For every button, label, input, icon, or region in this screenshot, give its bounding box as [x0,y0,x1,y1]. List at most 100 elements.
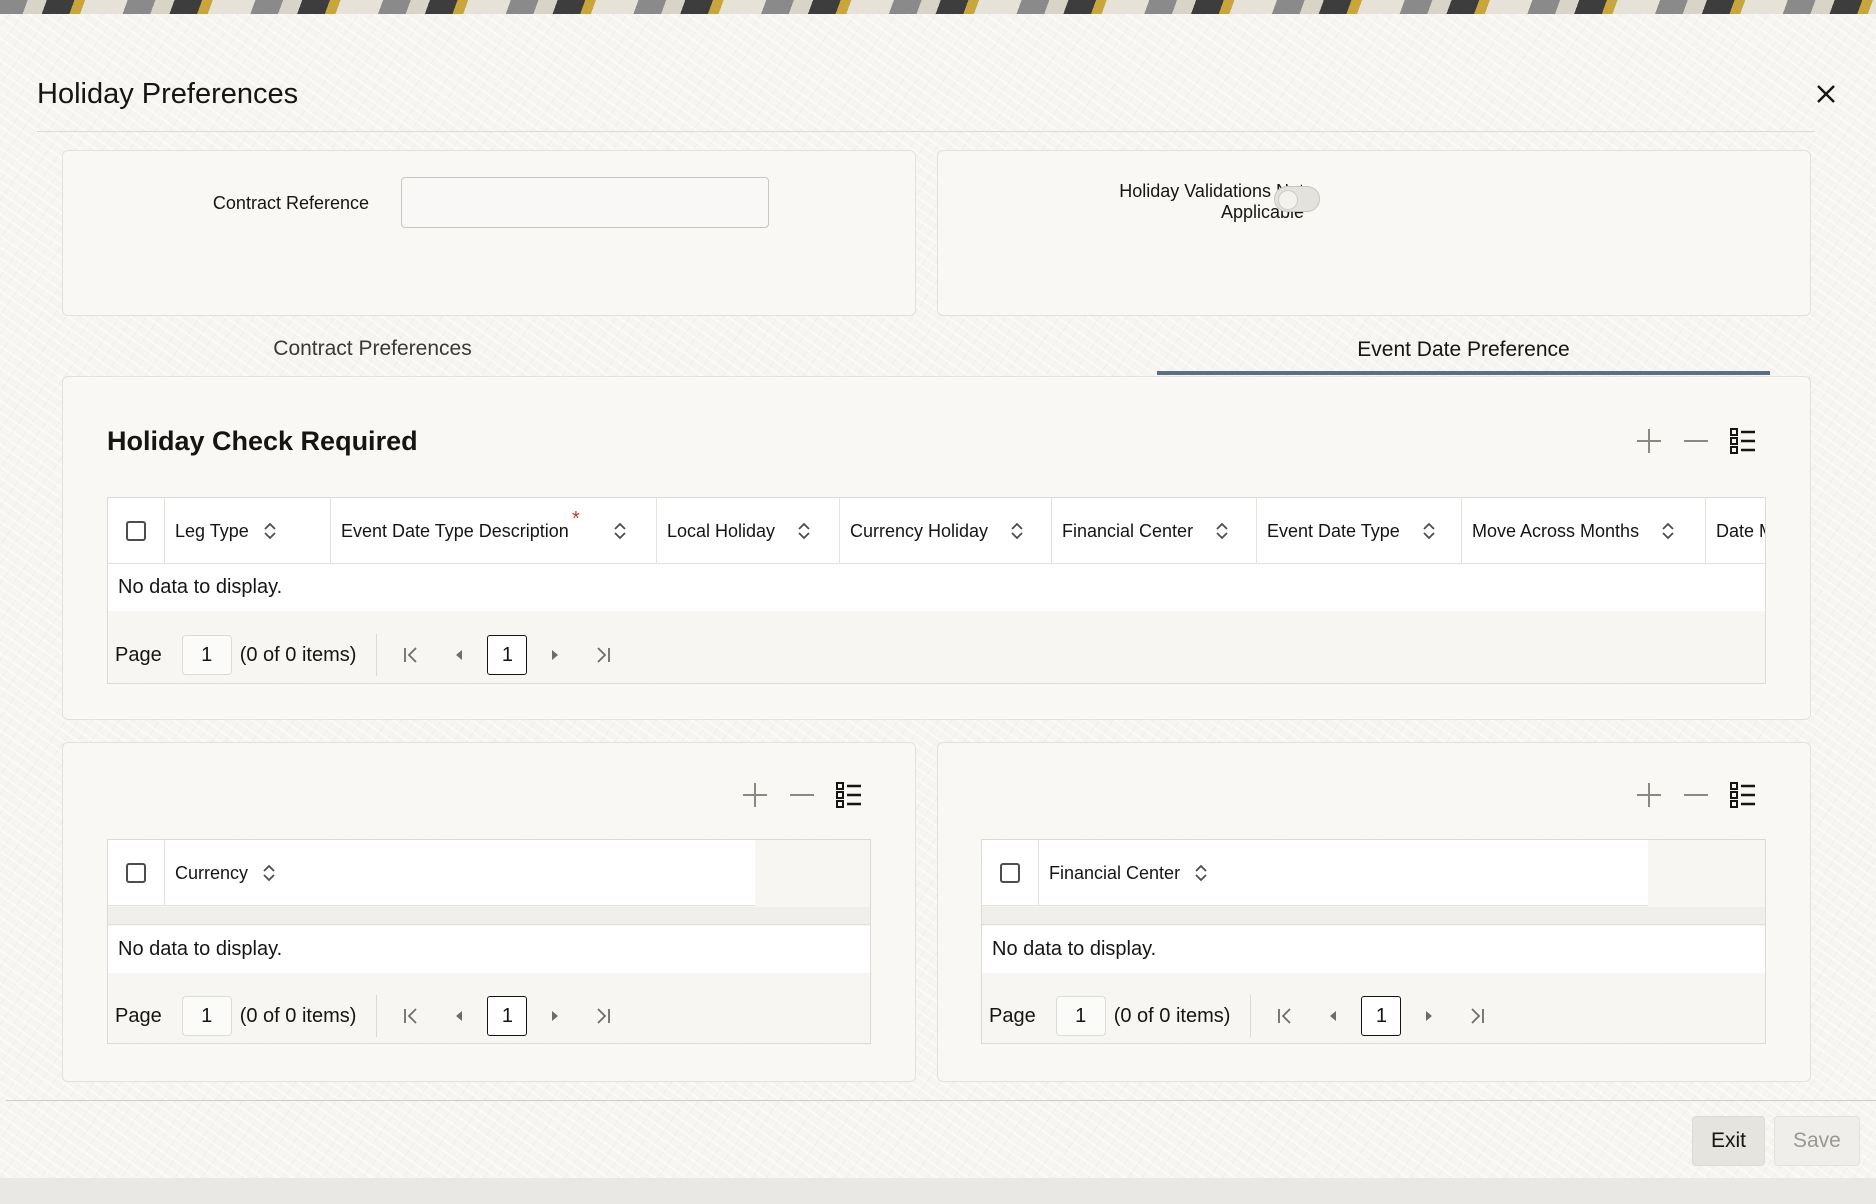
currency-filler-row [108,907,870,925]
holiday-check-grid: Leg Type Event Date Type Description * L… [107,497,1766,684]
close-button[interactable] [1810,78,1842,110]
pager-label: Page [115,643,162,666]
col-event-date-type[interactable]: Event Date Type [1257,498,1462,563]
first-page-icon [404,647,418,663]
footer-divider [6,1100,1876,1101]
last-page-icon [1471,1008,1485,1024]
col-event-date-type-description[interactable]: Event Date Type Description * [331,498,657,563]
col-currency-label: Currency [175,862,249,883]
col-leg-type[interactable]: Leg Type [165,498,331,563]
active-tab-indicator [1157,371,1770,375]
currency-remove-button[interactable] [785,778,819,812]
sort-icon [263,522,277,540]
sort-icon [1422,522,1436,540]
contract-reference-input[interactable] [401,177,769,228]
holiday-check-empty-message: No data to display. [108,564,1765,611]
tab-event-date-preference[interactable]: Event Date Preference [1157,338,1770,362]
financial-center-empty-message: No data to display. [982,926,1765,973]
first-page-button[interactable] [391,996,431,1036]
select-all-checkbox[interactable] [126,521,146,541]
save-button[interactable]: Save [1774,1116,1860,1166]
col-financial-center-label: Financial Center [1062,520,1194,541]
list-details-icon [836,782,861,808]
col-currency[interactable]: Currency [165,840,755,905]
col-financial-center[interactable]: Financial Center [1052,498,1257,563]
col-event-date-type-label: Event Date Type [1267,520,1400,541]
plus-icon [743,783,767,807]
list-details-icon [1730,782,1755,808]
first-page-button[interactable] [1265,996,1305,1036]
select-all-checkbox[interactable] [126,863,146,883]
col-move-across-months[interactable]: Move Across Months [1462,498,1706,563]
sort-icon [262,864,276,882]
next-page-button[interactable] [535,635,575,675]
previous-page-button[interactable] [1313,996,1353,1036]
col-local-holiday-label: Local Holiday [667,520,776,541]
holiday-check-add-button[interactable] [1632,424,1666,458]
financial-center-pager: Page 1 (0 of 0 items) 1 [982,995,1501,1037]
currency-grid-header: Currency [108,840,755,906]
current-page-indicator[interactable]: 1 [487,996,528,1036]
pager-item-count: (0 of 0 items) [1113,1004,1231,1027]
next-page-icon [552,650,559,660]
currency-pager: Page 1 (0 of 0 items) 1 [108,995,627,1037]
page-number-input[interactable]: 1 [1055,996,1106,1036]
currency-details-button[interactable] [832,778,866,812]
pager-label: Page [115,1004,162,1027]
financial-center-add-button[interactable] [1632,778,1666,812]
pager-item-count: (0 of 0 items) [239,1004,357,1027]
col-currency-holiday[interactable]: Currency Holiday [840,498,1052,563]
col-date-m-label: Date M [1716,520,1765,541]
holiday-check-details-button[interactable] [1726,424,1760,458]
close-icon [1817,85,1835,103]
sort-icon [1194,864,1208,882]
current-page-indicator[interactable]: 1 [1361,996,1402,1036]
last-page-button[interactable] [1457,996,1497,1036]
col-move-across-months-label: Move Across Months [1472,520,1640,541]
col-local-holiday[interactable]: Local Holiday [657,498,840,563]
banner-strip [0,0,1876,14]
col-currency-holiday-label: Currency Holiday [850,520,989,541]
plus-icon [1637,429,1661,453]
select-all-cell [108,498,165,563]
select-all-cell [108,840,165,905]
sort-icon [1661,522,1675,540]
col-financial-center[interactable]: Financial Center [1039,840,1648,905]
sort-icon [1215,522,1229,540]
pager-divider [1250,995,1252,1037]
minus-icon [1684,794,1708,796]
last-page-button[interactable] [583,996,623,1036]
previous-page-button[interactable] [439,996,479,1036]
next-page-icon [1426,1011,1433,1021]
dialog-title: Holiday Preferences [37,78,299,110]
financial-center-remove-button[interactable] [1679,778,1713,812]
select-all-cell [982,840,1039,905]
current-page-indicator[interactable]: 1 [487,635,528,675]
pager-label: Page [989,1004,1036,1027]
first-page-button[interactable] [391,635,431,675]
last-page-icon [597,1008,611,1024]
page-number-input[interactable]: 1 [181,996,232,1036]
col-date-m[interactable]: Date M [1706,498,1765,563]
select-all-checkbox[interactable] [1000,863,1020,883]
page-number-input[interactable]: 1 [181,635,232,675]
sort-icon [797,522,811,540]
status-bar [0,1178,1876,1204]
next-page-button[interactable] [535,996,575,1036]
exit-button[interactable]: Exit [1692,1116,1766,1166]
financial-center-details-button[interactable] [1726,778,1760,812]
minus-icon [1684,440,1708,442]
currency-add-button[interactable] [738,778,772,812]
previous-page-button[interactable] [439,635,479,675]
next-page-button[interactable] [1409,996,1449,1036]
holiday-check-pager: Page 1 (0 of 0 items) 1 [108,634,627,676]
last-page-button[interactable] [583,635,623,675]
first-page-icon [404,1008,418,1024]
holiday-validations-label: Holiday Validations Not Applicable [998,181,1304,223]
col-leg-type-label: Leg Type [175,520,249,541]
holiday-check-remove-button[interactable] [1679,424,1713,458]
holiday-validations-switch[interactable] [1274,186,1320,212]
plus-icon [1637,783,1661,807]
tab-contract-preferences[interactable]: Contract Preferences [160,337,585,361]
list-details-icon [1730,428,1755,454]
